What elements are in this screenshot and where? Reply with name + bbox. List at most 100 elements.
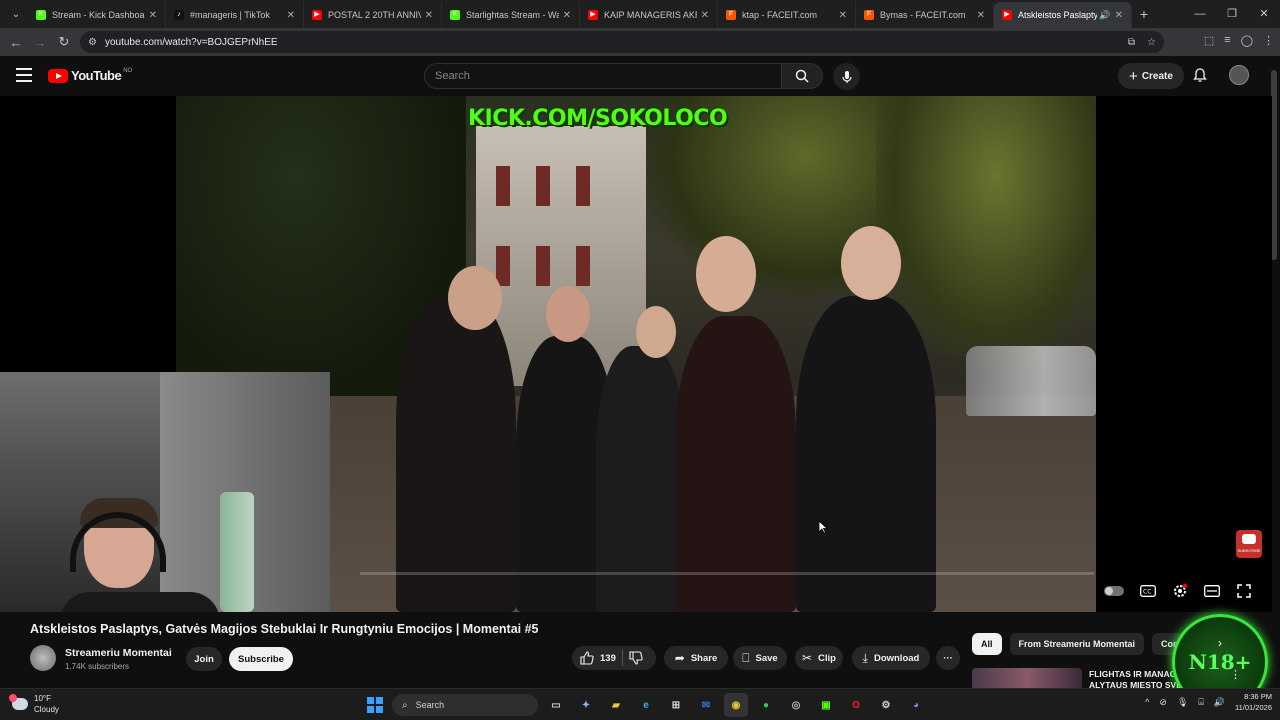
- search-button[interactable]: [781, 63, 823, 89]
- share-button[interactable]: ➦ Share: [664, 646, 728, 670]
- tab-favicon-icon: ▶: [588, 10, 598, 20]
- join-button[interactable]: Join: [186, 647, 222, 671]
- browser-tab-bar: ⌄ K Stream - Kick Dashboard ✕ ♪ #manageris |…: [0, 0, 1280, 28]
- video-player[interactable]: KICK.COM/SOKOLOCO SUBSCRIBE CC: [0, 96, 1272, 612]
- volume-icon[interactable]: 🔊: [1214, 697, 1225, 708]
- site-info-icon[interactable]: ⚙: [88, 37, 97, 48]
- edge-icon[interactable]: e: [634, 693, 658, 717]
- account-avatar[interactable]: [1229, 65, 1249, 85]
- tab-close-icon[interactable]: ✕: [701, 10, 709, 21]
- reload-icon[interactable]: ↻: [52, 34, 76, 50]
- recommendation-menu-icon[interactable]: ⋮: [1230, 668, 1241, 681]
- webcam-streamer: [60, 498, 220, 612]
- notifications-bell-icon[interactable]: [1192, 67, 1208, 88]
- tab-close-icon[interactable]: ✕: [839, 10, 847, 21]
- media-control-icon[interactable]: ≡: [1224, 34, 1230, 47]
- youtube-logo[interactable]: YouTube NO: [48, 68, 132, 83]
- new-tab-icon[interactable]: +: [1132, 6, 1156, 22]
- recommended-video-thumbnail[interactable]: [972, 668, 1082, 690]
- steam-icon[interactable]: ⚙: [874, 693, 898, 717]
- tab-search-icon[interactable]: ⌄: [4, 3, 28, 25]
- copilot-icon[interactable]: ✦: [574, 693, 598, 717]
- captions-icon[interactable]: CC: [1140, 584, 1156, 598]
- browser-tab[interactable]: Fktap - FACEIT.com ✕: [718, 2, 856, 28]
- task-view-icon[interactable]: ▭: [544, 693, 568, 717]
- more-actions-button[interactable]: ···: [936, 646, 960, 670]
- weather-widget[interactable]: 10°F Cloudy: [9, 693, 59, 715]
- download-button[interactable]: ⤓ Download: [852, 646, 930, 670]
- video-progress-bar[interactable]: [360, 572, 1094, 575]
- spotify-icon[interactable]: ●: [754, 693, 778, 717]
- clip-button[interactable]: ✂ Clip: [795, 646, 843, 670]
- browser-tab[interactable]: F Bymas - FACEIT.com ✕: [856, 2, 994, 28]
- discord-icon[interactable]: ◕: [904, 693, 928, 717]
- search-icon: ⌕: [402, 699, 408, 711]
- browser-menu-icon[interactable]: ⋮: [1263, 34, 1274, 47]
- taskbar-search[interactable]: ⌕ Search: [392, 694, 538, 716]
- minimize-icon[interactable]: —: [1184, 0, 1216, 28]
- tab-close-icon[interactable]: ✕: [287, 10, 295, 21]
- file-explorer-icon[interactable]: ▰: [604, 693, 628, 717]
- restore-icon[interactable]: ❐: [1216, 0, 1248, 28]
- install-app-icon[interactable]: ⧉: [1128, 37, 1135, 48]
- fullscreen-icon[interactable]: [1236, 584, 1252, 598]
- outlook-icon[interactable]: ✉: [694, 693, 718, 717]
- extensions-icon[interactable]: ⬚: [1204, 34, 1214, 47]
- save-button[interactable]: ⎕ Save: [733, 646, 787, 670]
- back-icon[interactable]: ←: [4, 35, 28, 50]
- chip-from-channel[interactable]: From Streameriu Momentai: [1009, 633, 1145, 655]
- autoplay-toggle[interactable]: [1104, 586, 1124, 596]
- tab-audio-icon[interactable]: 🔊: [1099, 10, 1110, 21]
- forward-icon[interactable]: →: [28, 35, 52, 50]
- browser-tab[interactable]: K Starlightas Stream - Watch ✕: [442, 2, 580, 28]
- tab-close-icon[interactable]: ✕: [977, 10, 985, 21]
- download-icon: ⤓: [862, 650, 868, 665]
- mouse-cursor-icon: [818, 520, 828, 534]
- search-input[interactable]: Search: [424, 63, 782, 89]
- microphone-icon: [841, 70, 852, 83]
- settings-gear-icon[interactable]: [1172, 583, 1188, 598]
- dislike-button[interactable]: [629, 651, 643, 665]
- address-bar[interactable]: ⚙ youtube.com/watch?v=BOJGEPrNhEE ⧉ ☆: [80, 31, 1164, 53]
- store-icon[interactable]: ⊞: [664, 693, 688, 717]
- microphone-tray-icon[interactable]: 🎙: [1177, 697, 1188, 708]
- close-window-icon[interactable]: ✕: [1248, 0, 1280, 28]
- app-icon[interactable]: ◎: [784, 693, 808, 717]
- chrome-icon[interactable]: ◉: [724, 693, 748, 717]
- opera-gx-icon[interactable]: O: [844, 693, 868, 717]
- channel-name[interactable]: Streameriu Momentai: [65, 647, 172, 659]
- network-icon[interactable]: ⌸: [1198, 697, 1203, 708]
- tab-close-icon[interactable]: ✕: [425, 10, 433, 21]
- subscribe-watermark[interactable]: SUBSCRIBE: [1236, 530, 1262, 558]
- tray-overflow-chevron-icon[interactable]: ^: [1145, 697, 1149, 707]
- browser-tab[interactable]: K Stream - Kick Dashboard ✕: [28, 2, 166, 28]
- kick-app-icon[interactable]: ▣: [814, 693, 838, 717]
- tab-close-icon[interactable]: ✕: [1115, 10, 1123, 21]
- notification-icon[interactable]: ⊘: [1159, 697, 1167, 708]
- theater-mode-icon[interactable]: [1204, 584, 1220, 598]
- subscribe-button[interactable]: Subscribe: [229, 647, 293, 671]
- channel-avatar[interactable]: [30, 645, 56, 671]
- chip-all[interactable]: All: [972, 633, 1002, 655]
- menu-icon[interactable]: [16, 68, 32, 82]
- profile-icon[interactable]: ◯: [1241, 34, 1253, 47]
- voice-search-button[interactable]: [833, 63, 860, 90]
- bookmark-star-icon[interactable]: ☆: [1147, 37, 1156, 48]
- browser-tab[interactable]: ▶ Atskleistos Paslaptys, 🔊 ✕: [994, 2, 1132, 28]
- tab-label: KAIP MANAGERIS AKROPO: [604, 10, 697, 20]
- clip-label: Clip: [818, 652, 836, 664]
- webcam-streamer-body: [60, 592, 220, 612]
- browser-tab[interactable]: ▶ POSTAL 2 20TH ANNIVERS ✕: [304, 2, 442, 28]
- taskbar-apps: ⌕ Search ▭ ✦ ▰ e ⊞ ✉ ◉ ● ◎ ▣ O ⚙ ◕: [364, 693, 928, 717]
- tab-strip: K Stream - Kick Dashboard ✕ ♪ #manageris | T…: [28, 0, 1132, 28]
- taskbar-clock[interactable]: 8:36 PM 11/01/2026: [1235, 691, 1272, 713]
- chips-next-chevron-icon[interactable]: ›: [1218, 636, 1222, 650]
- tab-close-icon[interactable]: ✕: [149, 10, 157, 21]
- tab-close-icon[interactable]: ✕: [563, 10, 571, 21]
- like-button[interactable]: 139: [572, 651, 616, 665]
- browser-tab[interactable]: ▶ KAIP MANAGERIS AKROPO ✕: [580, 2, 718, 28]
- browser-toolbar: ← → ↻ ⚙ youtube.com/watch?v=BOJGEPrNhEE …: [0, 28, 1280, 56]
- windows-start-icon[interactable]: [364, 694, 386, 716]
- browser-tab[interactable]: ♪ #manageris | TikTok ✕: [166, 2, 304, 28]
- create-button[interactable]: + Create: [1118, 63, 1184, 89]
